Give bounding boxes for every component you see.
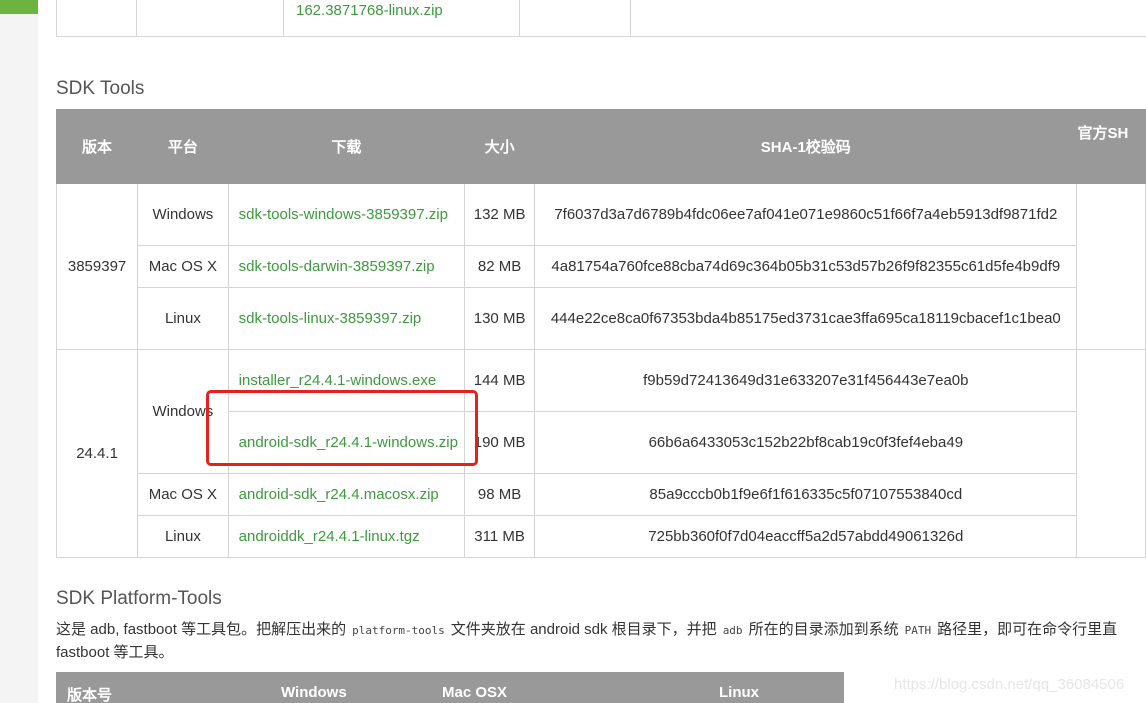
size-cell: 132 MB xyxy=(464,183,536,246)
table-row: Mac OS X sdk-tools-darwin-3859397.zip 82… xyxy=(57,245,1146,288)
sha1-cell: 444e22ce8ca0f67353bda4b85175ed3731cae3ff… xyxy=(534,287,1078,350)
sha1-cell: 7f6037d3a7d6789b4fdc06ee7af041e071e9860c… xyxy=(534,183,1078,246)
table-row: Linux sdk-tools-linux-3859397.zip 130 MB… xyxy=(57,287,1146,350)
size-cell: 130 MB xyxy=(464,287,536,350)
version-cell: 3859397 xyxy=(55,183,139,350)
header-mac-osx: Mac OSX xyxy=(442,684,508,701)
inline-code: platform-tools xyxy=(352,624,445,637)
download-link[interactable]: sdk-tools-windows-3859397.zip xyxy=(239,206,448,223)
desc-text: fastboot 等工具。 xyxy=(56,644,174,661)
sdk-tools-heading: SDK Tools xyxy=(56,78,145,99)
desc-text: 这是 adb, fastboot 等工具包。把解压出来的 xyxy=(56,621,347,638)
header-version: 版本 xyxy=(55,109,139,184)
sdk-tools-table: 版本 平台 下载 大小 SHA-1校验码 官方SH 3859397 Window… xyxy=(55,109,1146,558)
header-download: 下载 xyxy=(227,109,466,184)
size-cell: 311 MB xyxy=(464,515,536,558)
download-link[interactable]: android-sdk_r24.4.macosx.zip xyxy=(239,486,439,503)
sha1-cell: 725bb360f0f7d04eaccff5a2d57abdd49061326d xyxy=(534,515,1078,558)
page-content: 162.3871768-linux.zip SDK Tools 版本 平台 下载… xyxy=(38,0,1146,703)
platform-cell: Linux xyxy=(137,287,229,350)
platform-cell: Mac OS X xyxy=(137,245,229,288)
inline-code: adb xyxy=(722,624,743,637)
platform-cell: Linux xyxy=(137,515,229,558)
size-cell: 98 MB xyxy=(464,473,536,516)
header-size: 大小 xyxy=(464,109,536,184)
download-link[interactable]: installer_r24.4.1-windows.exe xyxy=(239,372,437,389)
sha1-cell: f9b59d72413649d31e633207e31f456443e7ea0b xyxy=(534,349,1078,412)
sha1-cell: 85a9cccb0b1f9e6f1f616335c5f07107553840cd xyxy=(534,473,1078,516)
watermark-text: https://blog.csdn.net/qq_36084506 xyxy=(894,676,1125,693)
platform-tools-table-header: 版本号 Windows Mac OSX Linux xyxy=(56,672,844,703)
platform-cell: Windows xyxy=(137,183,229,246)
inline-code: PATH xyxy=(904,624,932,637)
header-linux: Linux xyxy=(719,684,759,701)
download-link[interactable]: sdk-tools-linux-3859397.zip xyxy=(239,310,422,327)
download-link[interactable]: androiddk_r24.4.1-linux.tgz xyxy=(239,528,420,545)
table-header-row: 版本 平台 下载 大小 SHA-1校验码 官方SH xyxy=(55,109,1146,184)
header-official-sha: 官方SH xyxy=(1076,109,1146,184)
header-platform: 平台 xyxy=(137,109,229,184)
download-link[interactable]: sdk-tools-darwin-3859397.zip xyxy=(239,258,435,275)
table-row: Linux androiddk_r24.4.1-linux.tgz 311 MB… xyxy=(57,515,1146,558)
sha1-cell: 4a81754a760fce88cba74d69c364b05b31c53d57… xyxy=(534,245,1078,288)
version-cell: 24.4.1 xyxy=(55,349,139,558)
platform-cell: Mac OS X xyxy=(137,473,229,516)
previous-table-fragment: 162.3871768-linux.zip xyxy=(56,0,1146,37)
sha1-cell: 66b6a6433053c152b22bf8cab19c0f3fef4eba49 xyxy=(534,411,1078,474)
desc-text: 所在的目录添加到系统 xyxy=(748,621,899,638)
desc-text: 路径里，即可在命令行里直 xyxy=(937,621,1118,638)
platform-tools-heading: SDK Platform-Tools xyxy=(56,588,222,609)
table-row: Mac OS X android-sdk_r24.4.macosx.zip 98… xyxy=(57,473,1146,516)
desc-text: 文件夹放在 android sdk 根目录下，并把 xyxy=(450,621,717,638)
header-sha1: SHA-1校验码 xyxy=(534,109,1078,184)
official-sha-cell xyxy=(1076,349,1146,558)
highlight-annotation-box xyxy=(206,390,478,466)
header-windows: Windows xyxy=(281,684,347,701)
official-sha-cell xyxy=(1076,183,1146,350)
header-version-number: 版本号 xyxy=(67,687,113,703)
platform-tools-description: 这是 adb, fastboot 等工具包。把解压出来的 platform-too… xyxy=(56,619,1146,664)
previous-download-link[interactable]: 162.3871768-linux.zip xyxy=(296,2,443,19)
table-row: 3859397 Windows sdk-tools-windows-385939… xyxy=(55,183,1146,350)
size-cell: 82 MB xyxy=(464,245,536,288)
